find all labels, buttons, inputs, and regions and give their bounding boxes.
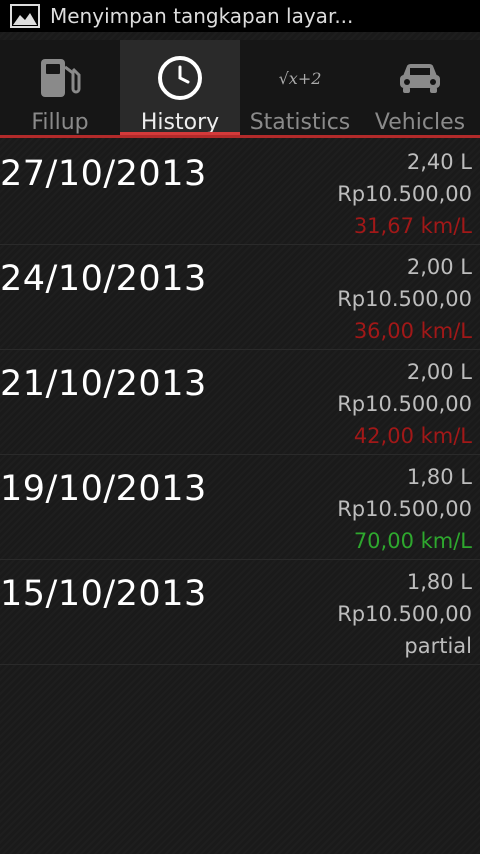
fillup-price: Rp10.500,00: [337, 287, 472, 311]
fillup-efficiency: partial: [404, 634, 472, 658]
tab-history-label: History: [140, 110, 220, 135]
fillup-price: Rp10.500,00: [337, 497, 472, 521]
history-row[interactable]: 15/10/2013 1,80 L Rp10.500,00 partial: [0, 560, 480, 665]
fillup-price: Rp10.500,00: [337, 602, 472, 626]
history-row[interactable]: 21/10/2013 2,00 L Rp10.500,00 42,00 km/L: [0, 350, 480, 455]
fillup-date: 21/10/2013: [0, 364, 207, 404]
fillup-efficiency: 42,00 km/L: [353, 424, 472, 448]
tab-fillup-label: Fillup: [31, 110, 89, 135]
tab-history[interactable]: History: [120, 40, 240, 138]
notification-text: Menyimpan tangkapan layar...: [50, 4, 354, 28]
fillup-price: Rp10.500,00: [337, 392, 472, 416]
fillup-litres: 2,00 L: [406, 255, 472, 279]
fillup-price: Rp10.500,00: [337, 182, 472, 206]
history-list: 27/10/2013 2,40 L Rp10.500,00 31,67 km/L…: [0, 140, 480, 665]
fillup-date: 24/10/2013: [0, 259, 207, 299]
fillup-efficiency: 31,67 km/L: [353, 214, 472, 238]
history-row[interactable]: 19/10/2013 1,80 L Rp10.500,00 70,00 km/L: [0, 455, 480, 560]
status-bar: Menyimpan tangkapan layar...: [0, 0, 480, 32]
fillup-date: 27/10/2013: [0, 154, 207, 194]
fillup-efficiency: 70,00 km/L: [353, 529, 472, 553]
sqrt-x-plus-2-icon: √x+2: [278, 68, 322, 88]
fuel-pump-icon: [37, 50, 83, 106]
clock-icon: [157, 50, 203, 106]
screenshot-icon: [10, 4, 40, 28]
fillup-litres: 2,40 L: [406, 150, 472, 174]
tab-statistics-label: Statistics: [249, 110, 351, 135]
tab-vehicles[interactable]: Vehicles: [360, 40, 480, 138]
fillup-date: 15/10/2013: [0, 574, 207, 614]
history-row[interactable]: 27/10/2013 2,40 L Rp10.500,00 31,67 km/L: [0, 140, 480, 245]
tab-statistics[interactable]: √x+2 Statistics: [240, 40, 360, 138]
fillup-litres: 1,80 L: [406, 570, 472, 594]
fillup-litres: 2,00 L: [406, 360, 472, 384]
fillup-date: 19/10/2013: [0, 469, 207, 509]
tab-fillup[interactable]: Fillup: [0, 40, 120, 138]
tab-vehicles-label: Vehicles: [374, 110, 466, 135]
fillup-efficiency: 36,00 km/L: [353, 319, 472, 343]
fillup-litres: 1,80 L: [406, 465, 472, 489]
tab-bar: Fillup History √x+2 Statistics Vehicles: [0, 40, 480, 138]
history-row[interactable]: 24/10/2013 2,00 L Rp10.500,00 36,00 km/L: [0, 245, 480, 350]
car-icon: [397, 50, 443, 106]
